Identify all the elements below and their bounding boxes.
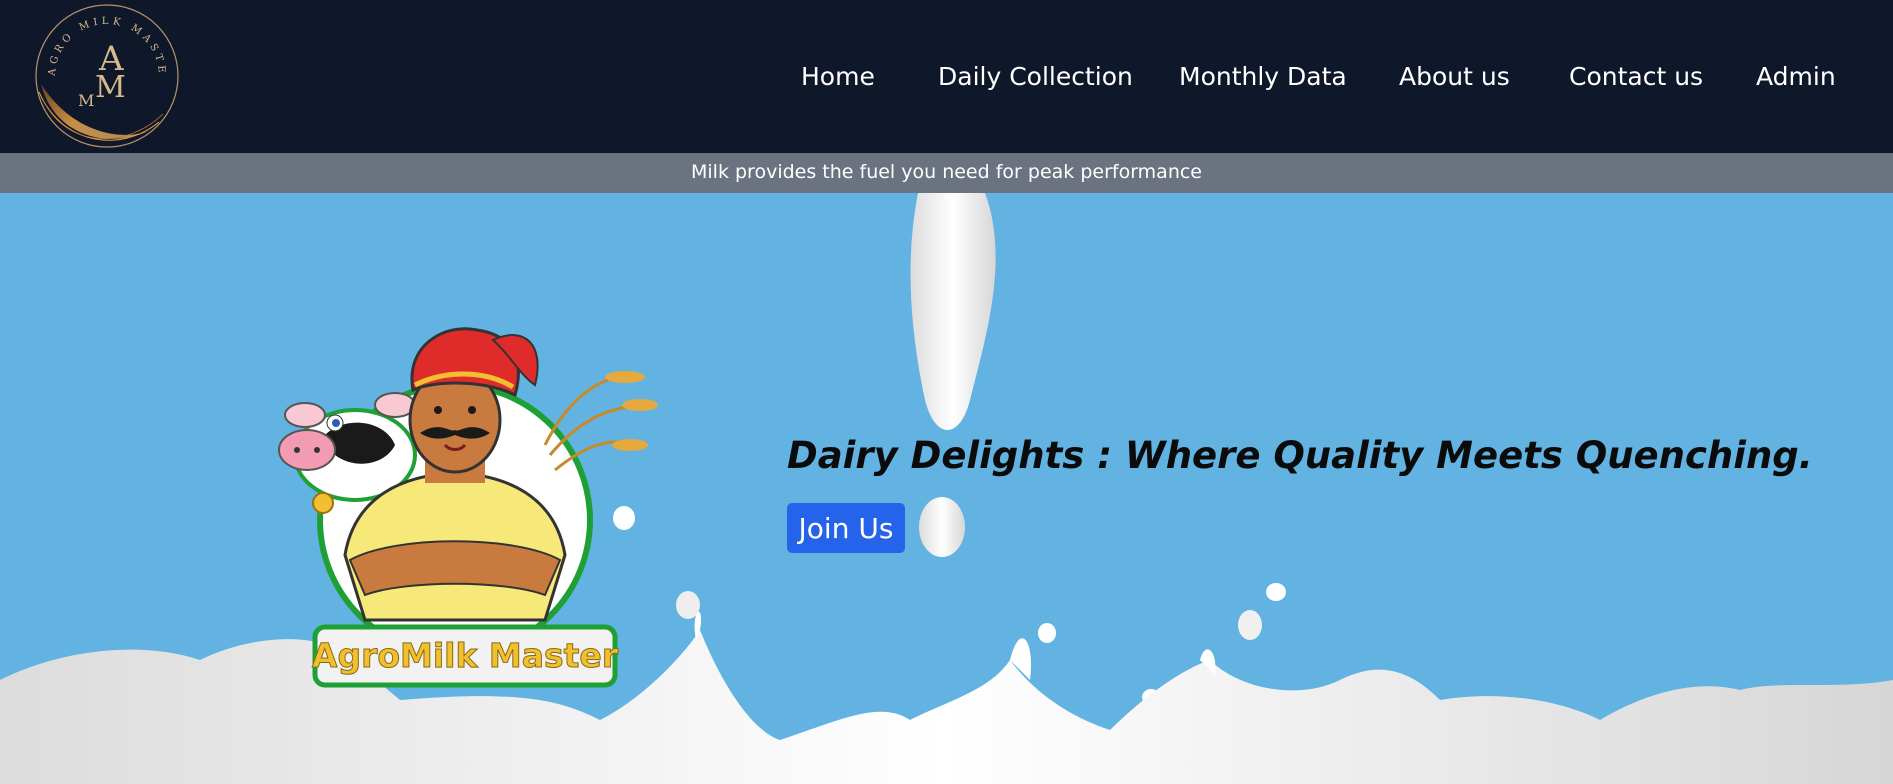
milk-drop-small: [1038, 623, 1056, 643]
milk-drop-small: [1266, 583, 1286, 601]
navbar: AGRO MILK MASTER A M M Home Daily Collec…: [0, 0, 1893, 153]
agro-milk-master-logo[interactable]: AGRO MILK MASTER A M M: [33, 2, 181, 150]
nav-monthly-data[interactable]: Monthly Data: [1179, 62, 1347, 91]
nav-admin[interactable]: Admin: [1756, 62, 1836, 91]
milk-drop-small: [1238, 610, 1262, 640]
tagline-text: Milk provides the fuel you need for peak…: [691, 161, 1202, 183]
nav-daily-collection[interactable]: Daily Collection: [938, 62, 1133, 91]
agromilk-master-mascot: AgroMilk Master: [278, 327, 658, 688]
nav-home[interactable]: Home: [801, 62, 875, 91]
nav-contact-us[interactable]: Contact us: [1569, 62, 1703, 91]
milk-drop: [919, 497, 965, 557]
join-us-button[interactable]: Join Us: [787, 503, 905, 553]
hero-headline: Dairy Delights : Where Quality Meets Que…: [787, 434, 1813, 477]
mascot-banner-text: AgroMilk Master: [312, 636, 619, 675]
hero-section: AgroMilk Master: [0, 193, 1893, 784]
milk-stream: [910, 193, 996, 430]
nav-about-us[interactable]: About us: [1399, 62, 1510, 91]
logo-monogram-small-m: M: [78, 91, 94, 110]
logo-monogram-m: M: [95, 70, 126, 105]
